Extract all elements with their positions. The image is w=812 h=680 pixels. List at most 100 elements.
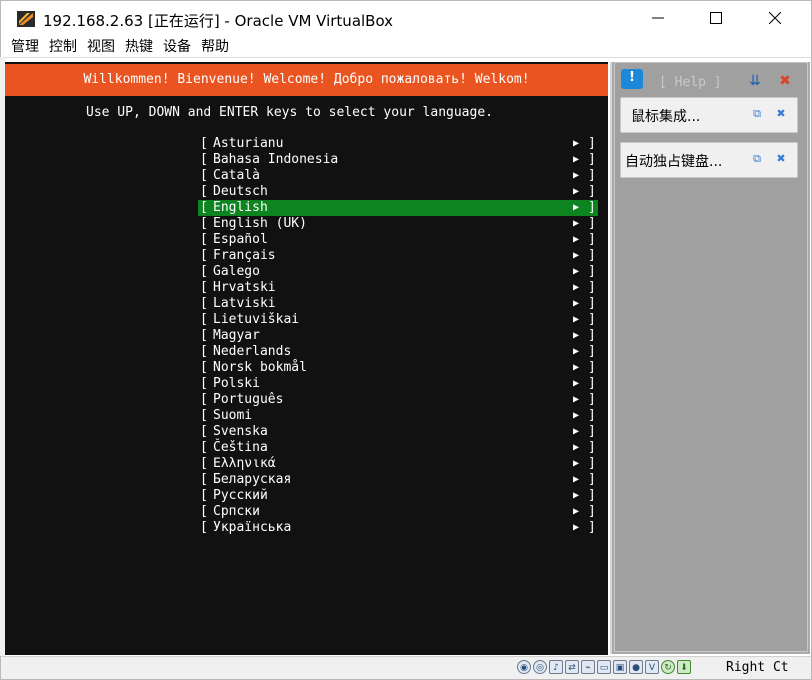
- close-button[interactable]: [752, 1, 798, 35]
- language-name: Српски: [213, 504, 260, 519]
- submenu-arrow-icon: ▶: [573, 522, 580, 533]
- menu-help[interactable]: 帮助: [195, 36, 233, 56]
- sort-icon[interactable]: ⇊: [746, 72, 764, 90]
- submenu-arrow-icon: ▶: [573, 138, 580, 149]
- virtualization-icon[interactable]: V: [645, 660, 659, 674]
- dismiss-icon[interactable]: ✖: [775, 153, 787, 165]
- maximize-button[interactable]: [693, 1, 739, 35]
- language-option[interactable]: [Polski ▶]: [198, 376, 598, 392]
- bracket-close: ]: [588, 376, 596, 391]
- language-option[interactable]: [Português ▶]: [198, 392, 598, 408]
- host-key-label[interactable]: Right Ct: [726, 660, 789, 675]
- submenu-arrow-icon: ▶: [573, 362, 580, 373]
- language-option[interactable]: [Suomi ▶]: [198, 408, 598, 424]
- submenu-arrow-icon: ▶: [573, 250, 580, 261]
- submenu-arrow-icon: ▶: [573, 298, 580, 309]
- language-option[interactable]: [Bahasa Indonesia ▶]: [198, 152, 598, 168]
- language-option[interactable]: [Asturianu ▶]: [198, 136, 598, 152]
- bracket-close: ]: [588, 344, 596, 359]
- language-option[interactable]: [Català ▶]: [198, 168, 598, 184]
- language-option[interactable]: [Українська ▶]: [198, 520, 598, 536]
- bracket-open: [: [200, 456, 208, 471]
- language-option[interactable]: [Lietuviškai ▶]: [198, 312, 598, 328]
- menu-manage[interactable]: 管理: [5, 36, 43, 56]
- close-all-icon[interactable]: ✖: [775, 72, 795, 90]
- title-bar: 192.168.2.63 [正在运行] - Oracle VM VirtualB…: [1, 1, 811, 35]
- language-option[interactable]: [Čeština ▶]: [198, 440, 598, 456]
- submenu-arrow-icon: ▶: [573, 394, 580, 405]
- maximize-icon: [710, 12, 722, 24]
- submenu-arrow-icon: ▶: [573, 426, 580, 437]
- language-name: Galego: [213, 264, 260, 279]
- notification-panel: ! [ Help ] ⇊ ✖ 鼠标集成... ⧉ ✖ 自动独占键盘... ⧉ ✖: [610, 62, 810, 654]
- language-option[interactable]: [Svenska ▶]: [198, 424, 598, 440]
- bracket-open: [: [200, 520, 208, 535]
- language-name: Asturianu: [213, 136, 284, 151]
- language-name: Deutsch: [213, 184, 268, 199]
- language-option[interactable]: [Español ▶]: [198, 232, 598, 248]
- language-option[interactable]: [Hrvatski ▶]: [198, 280, 598, 296]
- language-option[interactable]: [Norsk bokmål ▶]: [198, 360, 598, 376]
- language-option[interactable]: [Беларуская ▶]: [198, 472, 598, 488]
- language-option[interactable]: [Deutsch ▶]: [198, 184, 598, 200]
- notification-text: 鼠标集成...: [631, 109, 701, 125]
- language-option[interactable]: [Latviski ▶]: [198, 296, 598, 312]
- bracket-open: [: [200, 408, 208, 423]
- dont-show-again-icon[interactable]: ⧉: [751, 153, 763, 165]
- menu-hotkeys[interactable]: 热键: [119, 36, 157, 56]
- dont-show-again-icon[interactable]: ⧉: [751, 108, 763, 120]
- language-name: Bahasa Indonesia: [213, 152, 339, 167]
- video-capture-icon[interactable]: ●: [629, 660, 643, 674]
- minimize-button[interactable]: [635, 1, 681, 35]
- mouse-integration-icon[interactable]: ⬇: [677, 660, 691, 674]
- cpu-activity-icon[interactable]: ↻: [661, 660, 675, 674]
- language-option[interactable]: [English ▶]: [198, 200, 598, 216]
- shared-folders-icon[interactable]: ▭: [597, 660, 611, 674]
- bracket-open: [: [200, 200, 208, 215]
- audio-icon[interactable]: ♪: [549, 660, 563, 674]
- display-icon[interactable]: ▣: [613, 660, 627, 674]
- virtualbox-app-icon: [17, 11, 35, 27]
- close-icon: [769, 12, 781, 24]
- dismiss-icon[interactable]: ✖: [775, 108, 787, 120]
- optical-drive-icon[interactable]: ◎: [533, 660, 547, 674]
- speech-bubble-icon[interactable]: !: [621, 69, 643, 89]
- notification-header: ! [ Help ] ⇊ ✖: [615, 67, 807, 93]
- language-option[interactable]: [Ελληνικά ▶]: [198, 456, 598, 472]
- language-name: Latviski: [213, 296, 276, 311]
- menu-view[interactable]: 视图: [81, 36, 119, 56]
- bracket-close: ]: [588, 152, 596, 167]
- bracket-open: [: [200, 232, 208, 247]
- bracket-open: [: [200, 280, 208, 295]
- language-name: Français: [213, 248, 276, 263]
- submenu-arrow-icon: ▶: [573, 314, 580, 325]
- bracket-open: [: [200, 360, 208, 375]
- submenu-arrow-icon: ▶: [573, 378, 580, 389]
- menu-control[interactable]: 控制: [43, 36, 81, 56]
- bracket-close: ]: [588, 360, 596, 375]
- language-option[interactable]: [Русский ▶]: [198, 488, 598, 504]
- submenu-arrow-icon: ▶: [573, 490, 580, 501]
- language-name: Hrvatski: [213, 280, 276, 295]
- language-option[interactable]: [Galego ▶]: [198, 264, 598, 280]
- language-list: [Asturianu ▶] [Bahasa Indonesia ▶] [Català ▶]…: [198, 136, 598, 536]
- vm-display[interactable]: Willkommen! Bienvenue! Welcome! Добро по…: [5, 62, 608, 654]
- usb-icon[interactable]: ⌁: [581, 660, 595, 674]
- bracket-close: ]: [588, 296, 596, 311]
- language-option[interactable]: [Magyar ▶]: [198, 328, 598, 344]
- bracket-open: [: [200, 376, 208, 391]
- network-icon[interactable]: ⇄: [565, 660, 579, 674]
- bracket-close: ]: [588, 424, 596, 439]
- hard-disk-icon[interactable]: ◉: [517, 660, 531, 674]
- submenu-arrow-icon: ▶: [573, 330, 580, 341]
- notification-mouse-integration[interactable]: 鼠标集成... ⧉ ✖: [620, 97, 798, 133]
- menu-devices[interactable]: 设备: [157, 36, 195, 56]
- notification-keyboard-capture[interactable]: 自动独占键盘... ⧉ ✖: [620, 142, 798, 178]
- language-option[interactable]: [Français ▶]: [198, 248, 598, 264]
- help-label[interactable]: [ Help ]: [659, 75, 722, 90]
- language-name: Lietuviškai: [213, 312, 300, 327]
- language-option[interactable]: [Nederlands ▶]: [198, 344, 598, 360]
- language-option[interactable]: [Српски ▶]: [198, 504, 598, 520]
- language-option[interactable]: [English (UK) ▶]: [198, 216, 598, 232]
- bracket-close: ]: [588, 504, 596, 519]
